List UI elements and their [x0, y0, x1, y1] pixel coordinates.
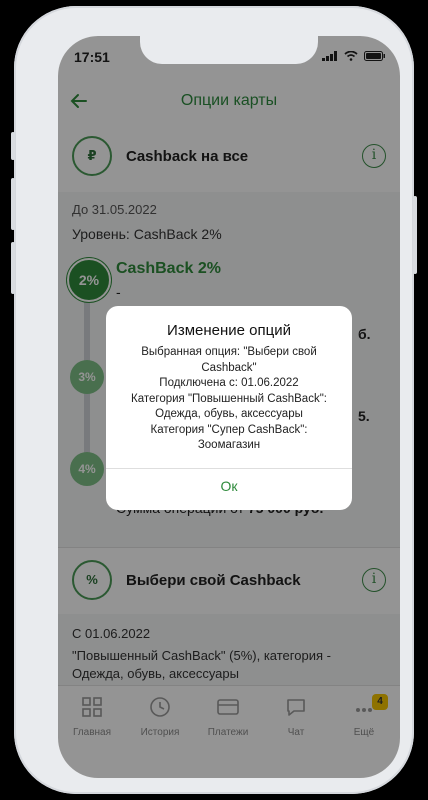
dialog-body: Выбранная опция: "Выбери свой Cashback" …	[106, 345, 352, 454]
power-button	[413, 196, 417, 274]
dialog-line-7: Зоомагазин	[197, 439, 261, 451]
phone-screen: 17:51 Опции карты ₽ Cashback на все i До…	[58, 36, 400, 778]
dialog-line-6: Категория "Супер CashBack":	[150, 423, 308, 436]
notch	[140, 36, 318, 64]
dialog-title: Изменение опций	[167, 322, 291, 339]
dialog-line-5: Одежда, обувь, аксессуары	[155, 408, 303, 420]
options-change-dialog: Изменение опций Выбранная опция: "Выбери…	[106, 306, 352, 510]
ok-button[interactable]: Ок	[106, 478, 352, 494]
volume-up-button	[11, 178, 15, 230]
phone-frame: 17:51 Опции карты ₽ Cashback на все i До…	[11, 6, 417, 794]
dialog-line-2: Cashback"	[201, 361, 257, 374]
dialog-line-1: Выбранная опция: "Выбери свой	[141, 346, 317, 358]
mute-switch	[11, 132, 15, 160]
dialog-line-3: Подключена с: 01.06.2022	[159, 377, 299, 389]
dialog-divider	[106, 468, 352, 469]
dialog-line-4: Категория "Повышенный CashBack":	[131, 392, 327, 405]
volume-down-button	[11, 242, 15, 294]
